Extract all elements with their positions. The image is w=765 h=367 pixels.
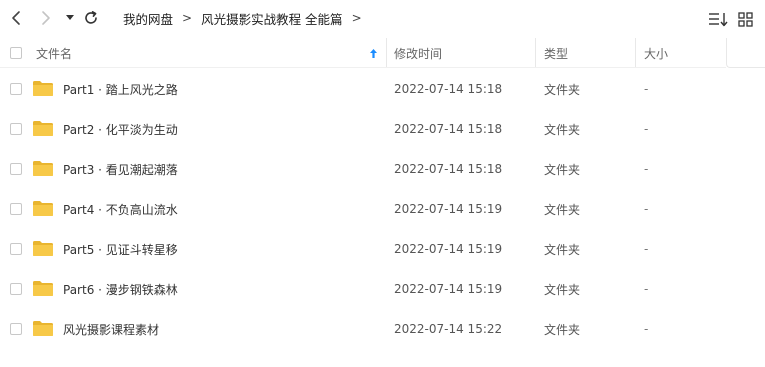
file-size: - <box>644 202 649 216</box>
file-name: Part1 · 踏上风光之路 <box>63 82 178 97</box>
folder-icon <box>33 121 53 136</box>
refresh-icon <box>85 11 97 24</box>
sort-ascending-arrow-icon <box>370 49 377 58</box>
header-divider <box>0 67 726 68</box>
row-checkbox[interactable] <box>10 283 22 295</box>
file-row[interactable]: 风光摄影课程素材 2022-07-14 15:22 文件夹 - <box>0 309 765 349</box>
sort-list-icon <box>709 13 728 27</box>
breadcrumb-item-current[interactable]: 风光摄影实战教程 全能篇 <box>201 9 342 28</box>
file-row[interactable]: Part1 · 踏上风光之路 2022-07-14 15:18 文件夹 - <box>0 69 765 109</box>
forward-button[interactable] <box>36 8 56 28</box>
grid-view-button[interactable] <box>736 10 754 28</box>
file-name: Part2 · 化平淡为生动 <box>63 122 178 137</box>
file-row[interactable]: Part5 · 见证斗转星移 2022-07-14 15:19 文件夹 - <box>0 229 765 269</box>
breadcrumb: 我的网盘 > 风光摄影实战教程 全能篇 > <box>123 9 371 27</box>
file-type: 文件夹 <box>544 242 581 257</box>
row-checkbox[interactable] <box>10 243 22 255</box>
breadcrumb-separator: > <box>182 11 193 25</box>
row-checkbox[interactable] <box>10 123 22 135</box>
file-name: Part3 · 看见潮起潮落 <box>63 162 178 177</box>
column-header-size[interactable]: 大小 <box>644 38 668 68</box>
caret-down-icon <box>66 15 74 20</box>
grid-view-icon <box>737 11 753 27</box>
folder-icon <box>33 201 53 216</box>
file-list-header: 文件名 修改时间 类型 大小 <box>0 38 726 68</box>
column-header-type-label: 类型 <box>544 46 569 61</box>
file-name: 风光摄影课程素材 <box>63 322 160 337</box>
file-row[interactable]: Part6 · 漫步钢铁森林 2022-07-14 15:19 文件夹 - <box>0 269 765 309</box>
column-divider[interactable] <box>635 38 636 68</box>
file-name: Part5 · 见证斗转星移 <box>63 242 178 257</box>
column-header-name[interactable]: 文件名 <box>36 38 384 68</box>
file-row[interactable]: Part2 · 化平淡为生动 2022-07-14 15:18 文件夹 - <box>0 109 765 149</box>
column-header-type[interactable]: 类型 <box>544 38 568 68</box>
file-modified: 2022-07-14 15:18 <box>394 82 503 96</box>
folder-icon <box>33 241 53 256</box>
column-header-name-label: 文件名 <box>36 46 73 61</box>
file-size: - <box>644 322 649 336</box>
file-type: 文件夹 <box>544 202 581 217</box>
file-name: Part4 · 不负高山流水 <box>63 202 178 217</box>
refresh-button[interactable] <box>81 8 101 28</box>
history-dropdown-button[interactable] <box>64 8 76 28</box>
file-type: 文件夹 <box>544 162 581 177</box>
file-row[interactable]: Part3 · 看见潮起潮落 2022-07-14 15:18 文件夹 - <box>0 149 765 189</box>
column-header-size-label: 大小 <box>644 46 669 61</box>
file-row[interactable]: Part4 · 不负高山流水 2022-07-14 15:19 文件夹 - <box>0 189 765 229</box>
file-size: - <box>644 82 649 96</box>
file-size: - <box>644 282 649 296</box>
row-checkbox[interactable] <box>10 83 22 95</box>
chevron-right-icon <box>42 11 50 25</box>
file-name: Part6 · 漫步钢铁森林 <box>63 282 178 297</box>
folder-icon <box>33 321 53 336</box>
breadcrumb-separator[interactable]: > <box>352 11 362 25</box>
folder-icon <box>33 81 53 96</box>
file-type: 文件夹 <box>544 282 581 297</box>
file-size: - <box>644 162 649 176</box>
file-type: 文件夹 <box>544 122 581 137</box>
row-checkbox[interactable] <box>10 323 22 335</box>
column-header-modified-label: 修改时间 <box>394 46 443 61</box>
file-size: - <box>644 242 649 256</box>
toolbar: 我的网盘 > 风光摄影实战教程 全能篇 > <box>0 0 765 36</box>
breadcrumb-item-root[interactable]: 我的网盘 <box>123 9 173 28</box>
row-checkbox[interactable] <box>10 203 22 215</box>
column-divider[interactable] <box>386 38 387 68</box>
column-header-modified[interactable]: 修改时间 <box>394 38 442 68</box>
column-divider[interactable] <box>535 38 536 68</box>
file-type: 文件夹 <box>544 82 581 97</box>
file-modified: 2022-07-14 15:19 <box>394 242 503 256</box>
file-modified: 2022-07-14 15:22 <box>394 322 503 336</box>
file-modified: 2022-07-14 15:18 <box>394 162 503 176</box>
select-all-checkbox[interactable] <box>10 47 22 59</box>
file-modified: 2022-07-14 15:19 <box>394 202 503 216</box>
file-modified: 2022-07-14 15:19 <box>394 282 503 296</box>
folder-icon <box>33 161 53 176</box>
file-modified: 2022-07-14 15:18 <box>394 122 503 136</box>
file-type: 文件夹 <box>544 322 581 337</box>
chevron-left-icon <box>12 11 20 25</box>
folder-icon <box>33 281 53 296</box>
header-extra-column <box>726 38 765 68</box>
file-size: - <box>644 122 649 136</box>
sort-options-button[interactable] <box>707 10 729 28</box>
row-checkbox[interactable] <box>10 163 22 175</box>
back-button[interactable] <box>6 8 26 28</box>
